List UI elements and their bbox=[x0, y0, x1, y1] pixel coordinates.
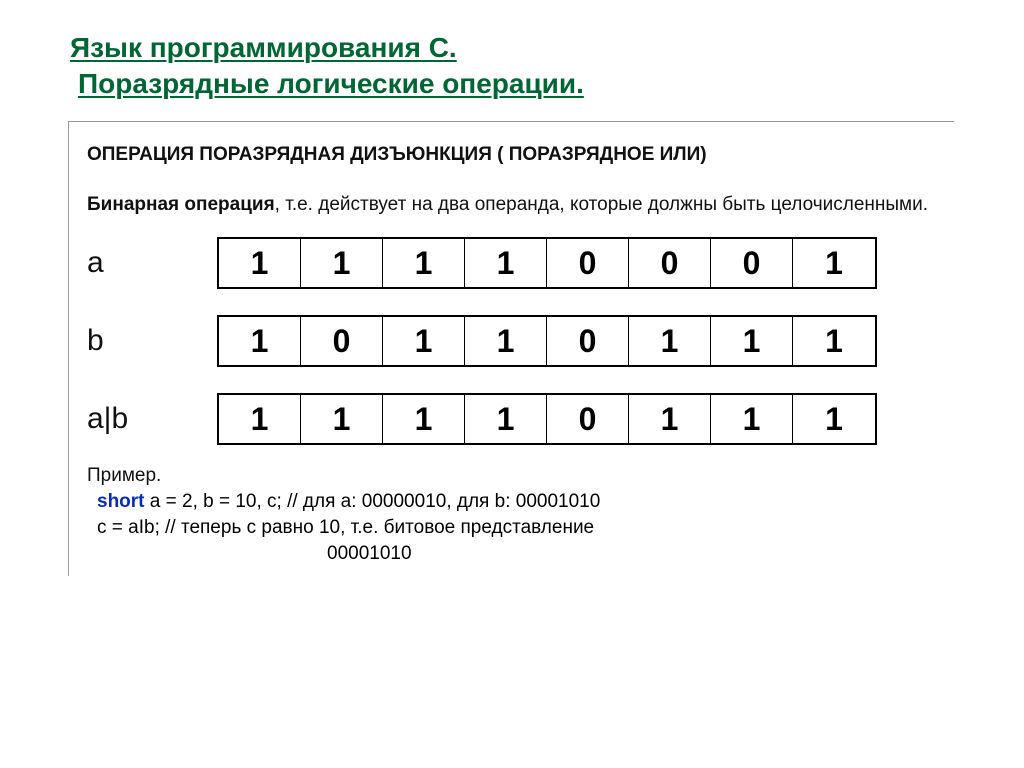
title-line-2: Поразрядные логические операции. bbox=[70, 68, 584, 99]
bits-table-b: 1 0 1 1 0 1 1 1 bbox=[217, 315, 877, 367]
code-block: short a = 2, b = 10, c; // для a: 000000… bbox=[87, 489, 944, 566]
bit-cell: 1 bbox=[383, 395, 465, 443]
bit-cell: 1 bbox=[793, 239, 875, 287]
bit-cell: 1 bbox=[383, 317, 465, 365]
bits-table-ab: 1 1 1 1 0 1 1 1 bbox=[217, 393, 877, 445]
content-frame: ОПЕРАЦИЯ ПОРАЗРЯДНАЯ ДИЗЪЮНКЦИЯ ( ПОРАЗР… bbox=[68, 121, 954, 577]
bit-cell: 1 bbox=[465, 317, 547, 365]
bit-cell: 1 bbox=[629, 317, 711, 365]
bit-cell: 0 bbox=[301, 317, 383, 365]
bit-cell: 1 bbox=[465, 395, 547, 443]
bit-cell: 1 bbox=[629, 395, 711, 443]
operation-description: Бинарная операция, т.е. действует на два… bbox=[87, 192, 944, 218]
operation-title: ОПЕРАЦИЯ ПОРАЗРЯДНАЯ ДИЗЪЮНКЦИЯ ( ПОРАЗР… bbox=[87, 144, 944, 166]
desc-bold: Бинарная операция bbox=[87, 194, 275, 215]
bits-row-result: a|b 1 1 1 1 0 1 1 1 bbox=[87, 393, 944, 445]
label-b: b bbox=[87, 324, 217, 358]
bit-cell: 0 bbox=[547, 317, 629, 365]
bit-cell: 1 bbox=[793, 395, 875, 443]
bits-table-a: 1 1 1 1 0 0 0 1 bbox=[217, 237, 877, 289]
bit-cell: 0 bbox=[547, 239, 629, 287]
label-ab: a|b bbox=[87, 402, 217, 436]
code-line-3: 00001010 bbox=[97, 541, 944, 567]
slide-heading: Язык программирования С. Поразрядные лог… bbox=[70, 30, 954, 103]
keyword-short: short bbox=[97, 491, 145, 512]
bits-row-b: b 1 0 1 1 0 1 1 1 bbox=[87, 315, 944, 367]
title-line-1: Язык программирования С. bbox=[70, 32, 457, 63]
bit-cell: 0 bbox=[629, 239, 711, 287]
bit-cell: 1 bbox=[465, 239, 547, 287]
bits-row-a: a 1 1 1 1 0 0 0 1 bbox=[87, 237, 944, 289]
bit-cell: 1 bbox=[711, 317, 793, 365]
bit-cell: 1 bbox=[219, 317, 301, 365]
code-rest-1: a = 2, b = 10, c; // для a: 00000010, дл… bbox=[145, 491, 601, 512]
bit-cell: 1 bbox=[793, 317, 875, 365]
label-a: a bbox=[87, 246, 217, 280]
bit-cell: 1 bbox=[301, 395, 383, 443]
code-line-2: c = aIb; // теперь с равно 10, т.е. бито… bbox=[97, 515, 944, 541]
bit-cell: 1 bbox=[383, 239, 465, 287]
bit-cell: 1 bbox=[219, 395, 301, 443]
bit-cell: 0 bbox=[547, 395, 629, 443]
bit-cell: 0 bbox=[711, 239, 793, 287]
code-line-1: short a = 2, b = 10, c; // для a: 000000… bbox=[97, 489, 944, 515]
example-label: Пример. bbox=[87, 465, 944, 487]
bit-cell: 1 bbox=[711, 395, 793, 443]
bit-cell: 1 bbox=[301, 239, 383, 287]
bit-cell: 1 bbox=[219, 239, 301, 287]
desc-rest: , т.е. действует на два операнда, которы… bbox=[275, 194, 928, 215]
